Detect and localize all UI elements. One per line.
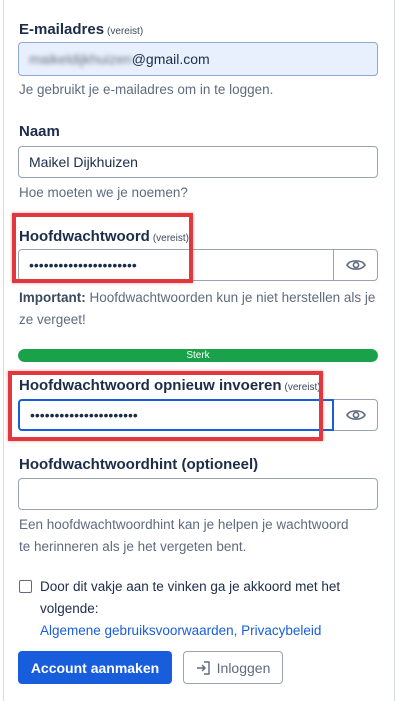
eye-icon [345,410,366,420]
highlight-box-confirm-password [8,371,323,441]
name-label: Naam [19,123,60,140]
login-button[interactable]: Inloggen [183,651,283,684]
login-button-label: Inloggen [216,659,271,676]
password-hint-help: Een hoofdwachtwoordhint kan je helpen je… [19,517,349,554]
email-label: E-mailadres (vereist) [19,21,144,38]
password-strength-label: Sterk [186,350,210,361]
login-icon [196,660,210,675]
terms-text: Door dit vakje aan te vinken ga je akkoo… [40,579,341,616]
password-strength-fill: Sterk [18,349,378,362]
terms-of-use-link[interactable]: Algemene gebruiksvoorwaarden [40,623,234,638]
password-hint-label: Hoofdwachtwoordhint (optioneel) [19,456,259,473]
email-visible-part: @gmail.com [131,51,210,67]
create-account-button[interactable]: Account aanmaken [18,651,172,684]
privacy-policy-link[interactable]: Privacybeleid [241,623,321,638]
email-blurred-part: maikeldijkhuizen [29,51,132,67]
eye-icon [345,260,366,270]
password-hint-field[interactable] [18,478,378,510]
toggle-confirm-visibility-button[interactable] [334,399,378,431]
highlight-box-password [12,213,193,283]
toggle-password-visibility-button[interactable] [334,249,378,281]
terms-checkbox[interactable] [19,580,32,593]
password-warning: Important: Hoofdwachtwoorden kun je niet… [19,290,376,327]
name-field[interactable]: Maikel Dijkhuizen [18,146,378,178]
email-hint: Je gebruikt je e-mailadres om in te logg… [19,82,274,97]
password-strength-meter: Sterk [18,349,378,362]
terms-links: Algemene gebruiksvoorwaarden, Privacybel… [40,623,322,638]
email-field[interactable]: maikeldijkhuizen @gmail.com [18,42,378,76]
name-hint: Hoe moeten we je noemen? [19,185,188,200]
